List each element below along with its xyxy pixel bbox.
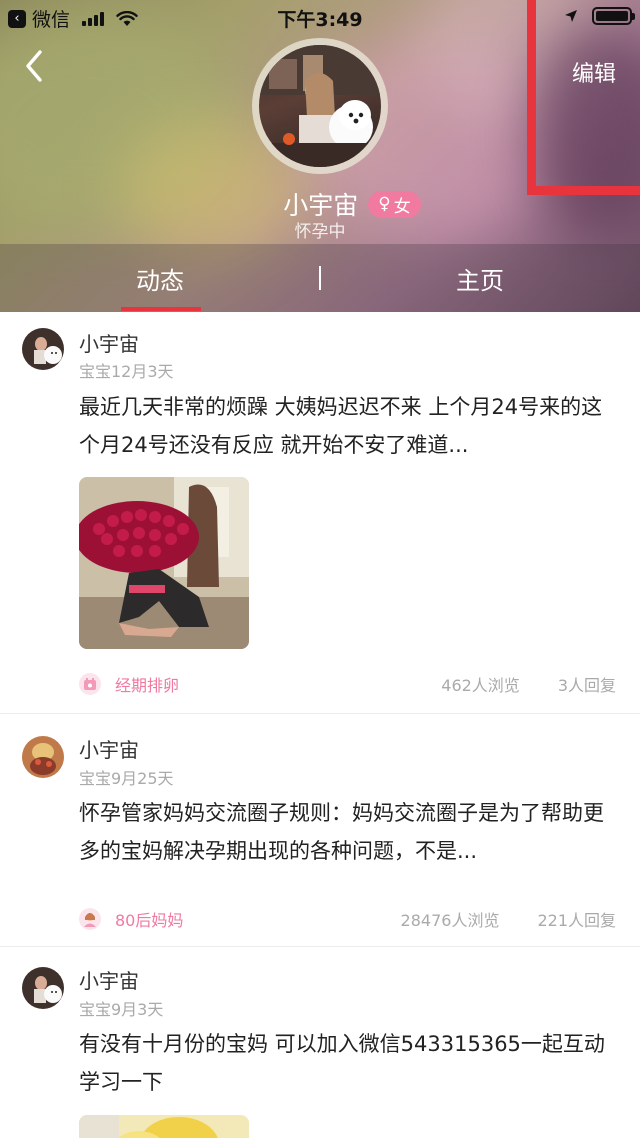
female-icon: ♀ xyxy=(378,194,391,214)
post-card[interactable]: 小宇宙 宝宝12月3天 最近几天非常的烦躁 大姨妈迟迟不来 上个月24号来的这个… xyxy=(0,312,640,714)
post-topic-tag[interactable]: 经期排卵 xyxy=(115,672,179,696)
profile-header: ‹ 微信 下午3:49 编辑 小宇宙 ♀ 女 怀孕中 动态 主页 xyxy=(0,0,640,312)
profile-tabs: 动态 主页 xyxy=(0,244,640,312)
avatar-photo xyxy=(259,45,381,167)
highlight-frame xyxy=(527,0,640,195)
tab-homepage[interactable]: 主页 xyxy=(320,244,640,312)
reply-count[interactable]: 3人回复 xyxy=(558,672,616,696)
post-footer: 经期排卵 462人浏览 3人回复 xyxy=(79,672,616,696)
gender-badge: ♀ 女 xyxy=(368,190,421,218)
post-card[interactable]: 小宇宙 宝宝9月25天 怀孕管家妈妈交流圈子规则：妈妈交流圈子是为了帮助更多的宝… xyxy=(0,714,640,947)
tab-divider xyxy=(319,266,321,290)
mom-avatar-icon xyxy=(79,908,101,930)
author-avatar[interactable] xyxy=(22,328,64,370)
post-feed: 小宇宙 宝宝12月3天 最近几天非常的烦躁 大姨妈迟迟不来 上个月24号来的这个… xyxy=(0,312,640,1138)
post-image-flowers[interactable] xyxy=(79,1115,249,1138)
author-avatar[interactable] xyxy=(22,967,64,1009)
post-text[interactable]: 有没有十月份的宝妈 可以加入微信543315365一起互动学习一下 xyxy=(79,1025,619,1101)
reply-count[interactable]: 221人回复 xyxy=(537,907,616,931)
post-author[interactable]: 小宇宙 xyxy=(79,965,139,994)
author-avatar[interactable] xyxy=(22,736,64,778)
profile-avatar[interactable] xyxy=(252,38,388,174)
gender-label: 女 xyxy=(393,196,411,217)
post-baby-age: 宝宝9月3天 xyxy=(79,1000,164,1019)
post-text[interactable]: 怀孕管家妈妈交流圈子规则：妈妈交流圈子是为了帮助更多的宝妈解决孕期出现的各种问题… xyxy=(79,794,619,870)
back-arrow-icon[interactable] xyxy=(18,46,52,86)
active-tab-indicator xyxy=(121,307,201,311)
post-card[interactable]: 小宇宙 宝宝9月3天 有没有十月份的宝妈 可以加入微信543315365一起互动… xyxy=(0,947,640,1138)
view-count: 28476人浏览 xyxy=(400,911,500,930)
post-baby-age: 宝宝12月3天 xyxy=(79,362,174,381)
profile-page: ‹ 微信 下午3:49 编辑 小宇宙 ♀ 女 怀孕中 动态 主页 小宇宙 宝宝1… xyxy=(0,0,640,1138)
view-count: 462人浏览 xyxy=(441,676,520,695)
post-text[interactable]: 最近几天非常的烦躁 大姨妈迟迟不来 上个月24号来的这个月24号还没有反应 就开… xyxy=(79,388,619,464)
tab-feed[interactable]: 动态 xyxy=(0,244,320,312)
post-baby-age: 宝宝9月25天 xyxy=(79,769,174,788)
calendar-icon xyxy=(79,673,101,695)
post-author[interactable]: 小宇宙 xyxy=(79,734,139,763)
post-topic-tag[interactable]: 80后妈妈 xyxy=(115,907,183,931)
post-author[interactable]: 小宇宙 xyxy=(79,328,139,357)
post-footer: 80后妈妈 28476人浏览 221人回复 xyxy=(79,907,616,931)
post-image-roses[interactable] xyxy=(79,477,249,649)
pregnancy-status: 怀孕中 xyxy=(294,222,346,242)
